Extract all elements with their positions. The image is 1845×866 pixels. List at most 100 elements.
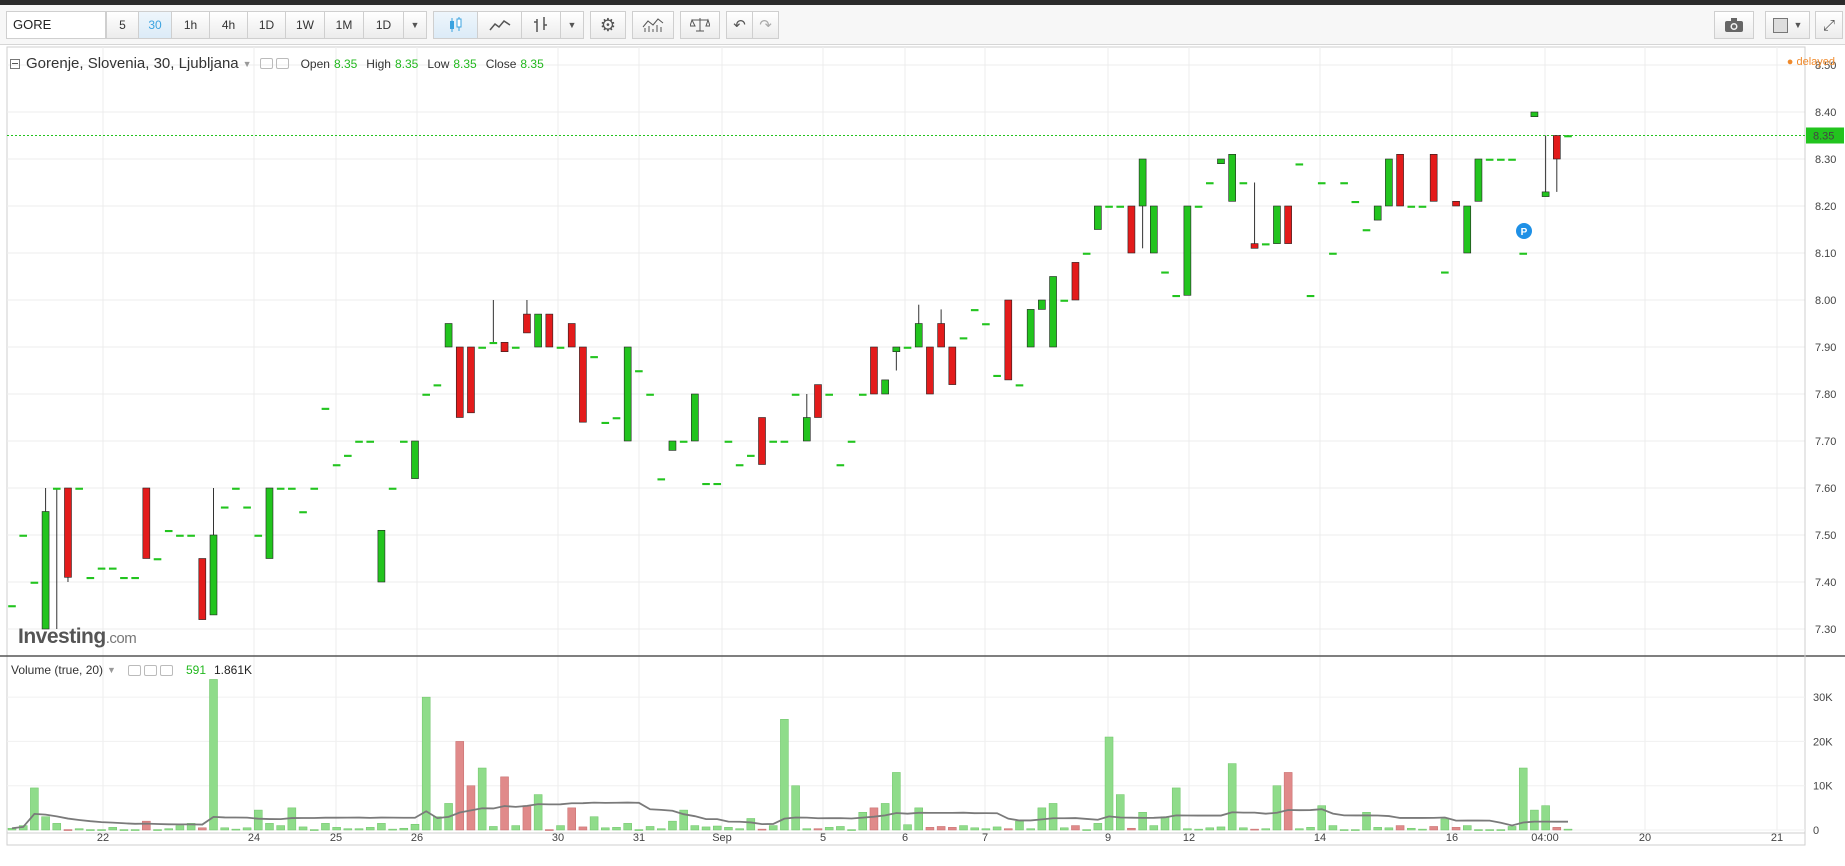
interval-1w-button[interactable]: 1W <box>285 11 325 39</box>
candle-body <box>511 346 520 349</box>
volume-bar <box>1418 828 1427 831</box>
volume-bar <box>142 820 151 831</box>
candle-body <box>1138 158 1147 207</box>
price-tick-label: 7.70 <box>1815 436 1836 448</box>
volume-bar <box>1283 772 1293 831</box>
candle-body <box>870 346 878 395</box>
time-tick-label: 30 <box>552 832 564 844</box>
candle-body <box>657 478 666 481</box>
interval-dropdown-button[interactable]: ▼ <box>403 11 427 39</box>
volume-bar <box>365 827 375 831</box>
redo-button[interactable]: ↷ <box>752 11 779 39</box>
candle-body <box>567 323 576 348</box>
volume-bar <box>657 828 666 831</box>
volume-bar <box>97 829 106 831</box>
volume-bar <box>242 827 252 831</box>
candle-body <box>1116 205 1125 208</box>
close-icon[interactable] <box>159 664 173 676</box>
candle-body <box>903 346 912 349</box>
interval-1h-button[interactable]: 1h <box>171 11 210 39</box>
candle-body <box>1317 182 1326 185</box>
candle-body <box>623 346 632 442</box>
volume-bar <box>30 787 39 831</box>
volume-bar <box>589 816 599 831</box>
candle-body <box>1049 276 1057 348</box>
settings-icon[interactable] <box>143 664 157 676</box>
collapse-icon[interactable] <box>10 58 20 69</box>
candle-body <box>75 487 83 490</box>
interval-1m-button[interactable]: 1M <box>324 11 364 39</box>
interval-custom-button[interactable]: 1D <box>363 11 404 39</box>
candle-body <box>959 337 968 340</box>
layout-button[interactable]: ▼ <box>1765 11 1810 39</box>
interval-30-button[interactable]: 30 <box>138 11 172 39</box>
candle-body <box>1541 191 1550 197</box>
candle-body <box>1564 135 1572 138</box>
candle-body <box>1239 182 1248 185</box>
time-tick-label: 9 <box>1105 832 1111 844</box>
undo-button[interactable]: ↶ <box>726 11 753 39</box>
volume-bar <box>936 826 946 831</box>
candle-body <box>1519 252 1528 255</box>
fullscreen-button[interactable]: ⤢ <box>1815 11 1843 39</box>
candle-body <box>19 534 27 537</box>
candle-body <box>1127 205 1136 254</box>
candlestick-button[interactable] <box>433 11 478 39</box>
bar-chart-button[interactable] <box>521 11 561 39</box>
eye-icon[interactable] <box>127 664 141 676</box>
candle-body <box>702 482 710 486</box>
undo-icon: ↶ <box>733 17 746 34</box>
volume-title[interactable]: Volume (true, 20) <box>11 663 103 677</box>
volume-bar <box>1339 829 1349 831</box>
volume-bar <box>1261 828 1271 831</box>
volume-bar <box>410 823 420 831</box>
candle-body <box>926 346 934 395</box>
chevron-down-icon[interactable]: ▼ <box>243 59 252 69</box>
line-chart-button[interactable] <box>477 11 522 39</box>
volume-bar <box>1328 825 1338 831</box>
indicators-button[interactable] <box>632 11 674 39</box>
candle-body <box>455 346 464 418</box>
time-tick-label: 14 <box>1314 832 1326 844</box>
volume-bar <box>1194 828 1203 831</box>
instrument-title[interactable]: Gorenje, Slovenia, 30, Ljubljana <box>26 55 239 72</box>
candle-body <box>937 323 945 348</box>
volume-bar <box>477 767 487 831</box>
interval-4h-button[interactable]: 4h <box>209 11 248 39</box>
candle-body <box>1273 205 1281 244</box>
candle-body <box>232 487 240 490</box>
chart-type-dropdown-button[interactable]: ▼ <box>560 11 584 39</box>
candle-body <box>1082 252 1091 255</box>
volume-bar <box>522 805 532 831</box>
candle-body <box>579 346 587 423</box>
chart-canvas[interactable]: 8.508.408.308.208.108.007.907.807.707.60… <box>0 45 1845 866</box>
volume-bar <box>1250 828 1259 831</box>
candle-body <box>1508 158 1516 161</box>
candle-body <box>802 417 811 442</box>
eye-icon[interactable] <box>259 58 273 69</box>
open-value: 8.35 <box>333 56 358 71</box>
fullscreen-icon: ⤢ <box>1822 16 1835 34</box>
volume-bar <box>276 825 285 831</box>
volume-bar <box>981 828 991 831</box>
time-tick-label: 26 <box>411 832 423 844</box>
candle-body <box>724 440 733 443</box>
candle-body <box>590 356 598 359</box>
settings-icon[interactable] <box>275 58 289 69</box>
candle-body <box>1441 271 1449 274</box>
volume-bar <box>298 826 308 831</box>
time-tick-label: 31 <box>633 832 645 844</box>
symbol-input[interactable]: GORE <box>6 11 106 39</box>
candle-body <box>1429 154 1438 202</box>
investing-logo: Investing.com <box>18 625 137 649</box>
compare-button[interactable] <box>680 11 720 39</box>
volume-bar <box>1552 827 1562 831</box>
screenshot-button[interactable] <box>1714 11 1754 39</box>
interval-5-button[interactable]: 5 <box>106 11 139 39</box>
interval-1d-button[interactable]: 1D <box>247 11 286 39</box>
chevron-down-icon[interactable]: ▼ <box>107 665 116 675</box>
settings-button[interactable]: ⚙ <box>590 11 626 39</box>
volume-bar <box>1216 826 1226 831</box>
chart-area[interactable]: 8.50 8.40 8.30 8.20 8.10 8.00 7.90 7.80 7.70 7.60… <box>0 45 1845 866</box>
time-tick-label: 16 <box>1446 832 1458 844</box>
